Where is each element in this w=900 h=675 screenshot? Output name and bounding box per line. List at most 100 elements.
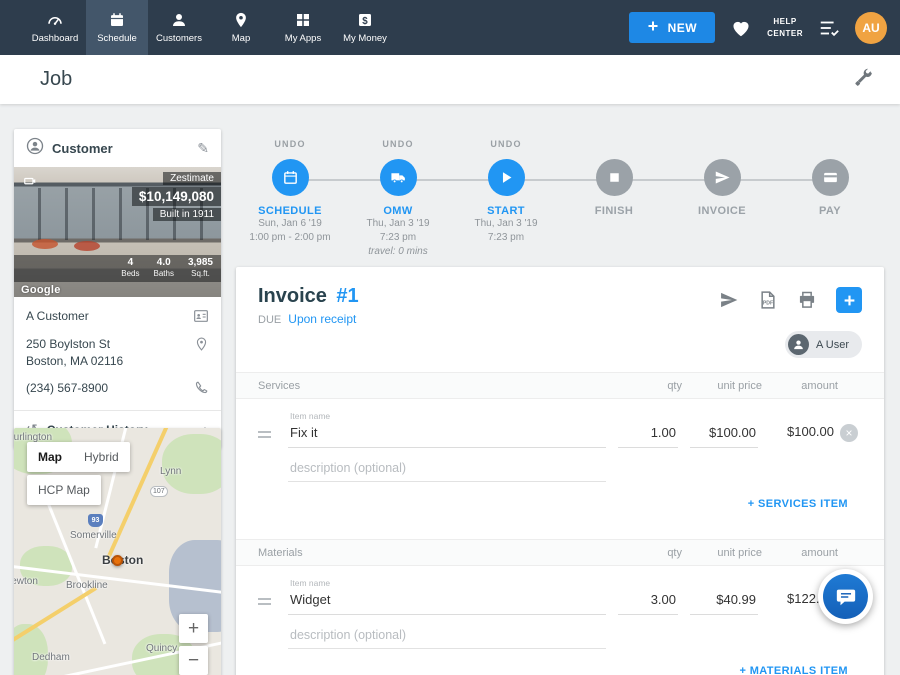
unit-price-column-header: unit price (682, 380, 762, 392)
map-label: Lynn (160, 466, 181, 477)
undo-start-link[interactable]: UNDO (490, 139, 521, 151)
assigned-user-chip[interactable]: A User (785, 331, 862, 358)
service-qty-input[interactable] (618, 423, 678, 448)
step-time: 1:00 pm - 2:00 pm (249, 231, 330, 245)
job-location-marker[interactable] (112, 555, 123, 566)
route-shield-107: 107 (150, 486, 168, 497)
material-unit-price-input[interactable] (690, 590, 758, 615)
zoom-out-button[interactable]: − (179, 646, 208, 675)
due-terms-link[interactable]: Upon receipt (288, 312, 356, 326)
step-time: 7:23 pm (380, 231, 416, 245)
step-label: OMW (383, 205, 412, 217)
add-materials-item-link[interactable]: + MATERIALS ITEM (739, 665, 848, 675)
service-description-input[interactable] (288, 456, 606, 482)
undo-omw-link[interactable]: UNDO (382, 139, 413, 151)
invoice-step-button[interactable] (704, 159, 741, 196)
material-qty-input[interactable] (618, 590, 678, 615)
zestimate-value: $10,149,080 (132, 187, 221, 206)
address-line1: 250 Boylston St (26, 336, 189, 353)
drag-handle[interactable] (258, 431, 271, 438)
new-button[interactable]: NEW (629, 12, 716, 43)
start-step-button[interactable] (488, 159, 525, 196)
service-item-name-input[interactable] (288, 423, 606, 448)
step-date: Thu, Jan 3 '19 (474, 217, 537, 231)
add-invoice-button[interactable] (836, 287, 862, 313)
nav-label: Customers (156, 33, 202, 44)
streetview-flag-icon[interactable] (22, 175, 38, 194)
customer-card: Customer ✎ Zestimate $10,149,080 Built i… (14, 129, 221, 448)
undo-schedule-link[interactable]: UNDO (274, 139, 305, 151)
material-description-input[interactable] (288, 623, 606, 649)
schedule-step-button[interactable] (272, 159, 309, 196)
sqft-stat: 3,985 Sq.ft. (188, 257, 213, 279)
map-label: Somerville (70, 530, 117, 541)
amount-column-header: amount (762, 380, 838, 392)
schedule-icon (108, 11, 126, 29)
nav-label: Map (232, 33, 250, 44)
due-label: DUE (258, 314, 281, 326)
map-label: Quincy (146, 643, 177, 654)
service-item-row: Item name $100.00 × (236, 399, 884, 448)
nav-item-my-money[interactable]: $ My Money (334, 0, 396, 55)
map-type-hybrid-button[interactable]: Hybrid (73, 442, 130, 472)
assignee-name: A User (816, 339, 849, 351)
contact-card-icon[interactable] (189, 308, 209, 324)
built-year: Built in 1911 (153, 208, 221, 221)
property-stats: 4 Beds 4.0 Baths 3,985 Sq.ft. (14, 255, 221, 282)
invoice-title: Invoice (258, 285, 327, 307)
user-avatar[interactable]: AU (855, 12, 887, 44)
chat-bubble-icon (823, 574, 868, 619)
job-tools-icon[interactable] (853, 67, 874, 93)
send-invoice-icon[interactable] (719, 290, 739, 310)
activity-list-icon[interactable] (818, 17, 840, 39)
add-services-item-link[interactable]: + SERVICES ITEM (748, 498, 848, 510)
zoom-in-button[interactable]: + (179, 614, 208, 643)
nav-item-map[interactable]: Map (210, 0, 272, 55)
phone-icon[interactable] (189, 380, 209, 395)
app-root: Dashboard Schedule Customers Map (0, 0, 900, 675)
stepper-step-omw: UNDO OMW Thu, Jan 3 '19 7:23 pm travel: … (344, 134, 452, 259)
drag-handle[interactable] (258, 598, 271, 605)
hcp-map-button[interactable]: HCP Map (27, 475, 101, 505)
zestimate-label: Zestimate (163, 172, 221, 185)
address-line2: Boston, MA 02116 (26, 353, 189, 370)
customer-name-row: A Customer (26, 308, 209, 325)
nav-item-schedule[interactable]: Schedule (86, 0, 148, 55)
nav-label: My Apps (285, 33, 321, 44)
nav-item-my-apps[interactable]: My Apps (272, 0, 334, 55)
map-label: Newton (14, 576, 38, 587)
service-unit-price-input[interactable] (690, 423, 758, 448)
property-photo: Zestimate $10,149,080 Built in 1911 4 Be… (14, 167, 221, 297)
remove-service-item-button[interactable]: × (840, 424, 858, 442)
new-button-label: NEW (668, 21, 698, 35)
step-date: Thu, Jan 3 '19 (366, 217, 429, 231)
chat-fab-button[interactable] (818, 569, 873, 624)
nav-item-dashboard[interactable]: Dashboard (24, 0, 86, 55)
address-pin-icon[interactable] (189, 336, 209, 352)
step-label: PAY (819, 205, 841, 217)
edit-customer-pencil-icon[interactable]: ✎ (197, 140, 209, 157)
customer-name: A Customer (26, 308, 189, 325)
step-label: START (487, 205, 525, 217)
pdf-icon[interactable]: PDF (758, 290, 778, 310)
pay-step-button[interactable] (812, 159, 849, 196)
material-item-name-input[interactable] (288, 590, 606, 615)
step-label: SCHEDULE (258, 205, 322, 217)
job-progress-stepper: UNDO SCHEDULE Sun, Jan 6 '19 1:00 pm - 2… (236, 134, 884, 262)
page-title: Job (40, 68, 72, 91)
help-center-link[interactable]: HELP CENTER (767, 16, 803, 38)
map-label: Dedham (32, 652, 70, 663)
step-time: 7:23 pm (488, 231, 524, 245)
finish-step-button[interactable] (596, 159, 633, 196)
print-icon[interactable] (797, 290, 817, 310)
step-label: FINISH (595, 205, 633, 217)
omw-step-button[interactable] (380, 159, 417, 196)
help-line2: CENTER (767, 28, 803, 39)
nav-item-customers[interactable]: Customers (148, 0, 210, 55)
storefront-detail (32, 239, 58, 249)
map-park (14, 624, 48, 675)
apps-grid-icon (294, 11, 312, 29)
step-date: Sun, Jan 6 '19 (258, 217, 322, 231)
referrals-heart-icon[interactable] (730, 17, 752, 39)
map-type-map-button[interactable]: Map (27, 442, 73, 472)
